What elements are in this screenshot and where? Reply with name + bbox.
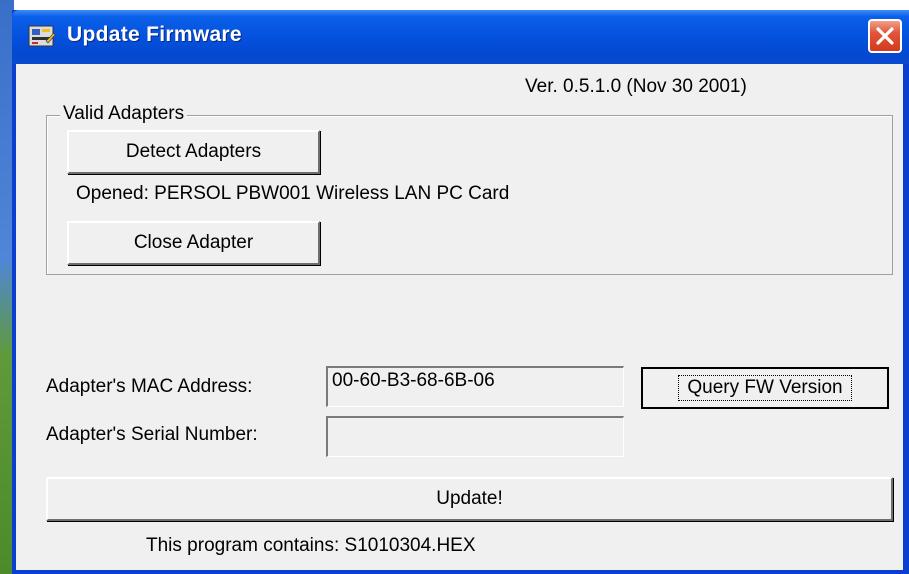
detect-adapters-button[interactable]: Detect Adapters <box>67 130 320 174</box>
serial-number-field[interactable] <box>326 416 624 457</box>
version-label: Ver. 0.5.1.0 (Nov 30 2001) <box>525 76 747 97</box>
serial-number-label: Adapter's Serial Number: <box>46 424 258 445</box>
query-fw-version-label: Query FW Version <box>678 375 852 401</box>
update-button[interactable]: Update! <box>46 477 893 521</box>
close-adapter-button[interactable]: Close Adapter <box>67 221 320 265</box>
title-bar[interactable]: Update Firmware <box>12 10 909 64</box>
close-icon <box>876 27 894 45</box>
mac-address-label: Adapter's MAC Address: <box>46 376 253 397</box>
opened-adapter-text: Opened: PERSOL PBW001 Wireless LAN PC Ca… <box>76 183 510 204</box>
update-firmware-window: Update Firmware Ver. 0.5.1.0 (Nov 30 200… <box>12 10 909 574</box>
mac-address-field[interactable]: 00-60-B3-68-6B-06 <box>326 366 624 407</box>
query-fw-version-button[interactable]: Query FW Version <box>641 367 889 409</box>
program-contains-text: This program contains: S1010304.HEX <box>146 535 476 556</box>
close-button[interactable] <box>868 19 902 53</box>
window-title: Update Firmware <box>67 23 242 46</box>
valid-adapters-label: Valid Adapters <box>60 103 188 125</box>
app-icon <box>28 25 56 47</box>
dialog-body: Ver. 0.5.1.0 (Nov 30 2001) Valid Adapter… <box>16 64 903 570</box>
